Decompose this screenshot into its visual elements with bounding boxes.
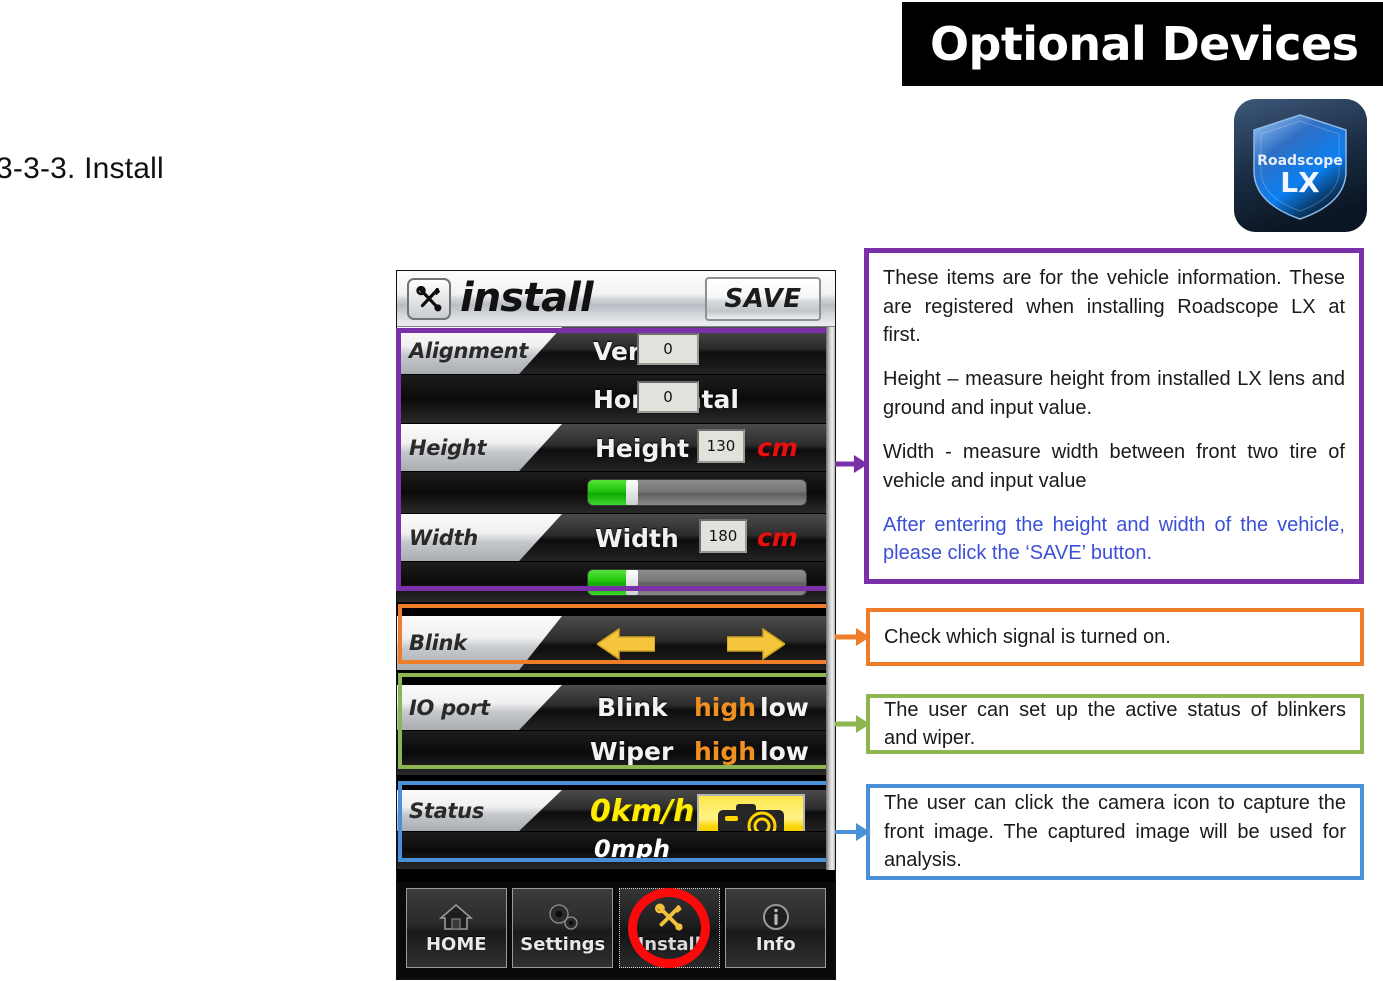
height-slider-fill (588, 480, 628, 505)
nav-button-settings[interactable]: Settings (512, 888, 614, 968)
nav-button-info[interactable]: Info (725, 888, 827, 968)
nav-label-info: Info (755, 933, 796, 955)
row-tag-alignment-label: Alignment (409, 338, 529, 363)
width-value-field[interactable]: 180 (699, 519, 747, 553)
width-slider-fill (588, 570, 628, 595)
callout-vehicle-info-para4: After entering the height and width of t… (883, 513, 1345, 565)
ioport-blink-low-option[interactable]: low (760, 693, 809, 722)
row-alignment-vertical: Alignment Vertical 0 (397, 327, 828, 375)
callout-blink: Check which signal is turned on. (866, 608, 1364, 666)
nav-label-home: HOME (425, 933, 487, 955)
height-slider[interactable] (587, 479, 807, 506)
gears-icon (549, 903, 578, 930)
info-circle-icon (762, 903, 789, 930)
callout-status: The user can click the camera icon to ca… (866, 784, 1364, 880)
ioport-wiper-low-option[interactable]: low (760, 737, 809, 766)
row-tag-height: Height (397, 424, 562, 471)
callout-vehicle-info: These items are for the vehicle informat… (864, 248, 1364, 584)
spacer-2 (397, 671, 835, 685)
device-bottom-nav: HOME Settings Install Info (397, 882, 835, 979)
save-button[interactable]: SAVE (705, 277, 821, 321)
callout-ioport-text: The user can set up the active status of… (884, 698, 1346, 749)
page-banner: Optional Devices (902, 2, 1383, 86)
home-icon (439, 903, 474, 930)
speed-mph-value: 0mph (594, 835, 670, 863)
height-value-field[interactable]: 130 (697, 429, 745, 463)
save-button-label: SAVE (724, 284, 802, 314)
callout-vehicle-info-para1: These items are for the vehicle informat… (883, 267, 1345, 347)
spacer-3 (397, 776, 835, 790)
row-tag-status-label: Status (409, 798, 485, 823)
row-tag-alignment: Alignment (397, 327, 562, 374)
page-title: 3-3-3. Install (0, 152, 164, 185)
height-unit-label: cm (757, 433, 798, 462)
device-screen: install SAVE Alignment Vertical 0 Horizo… (396, 270, 836, 980)
row-alignment-horizontal: Horizontal 0 (397, 375, 828, 424)
row-height: Height Height 130 cm (397, 424, 828, 472)
row-height-slider (397, 472, 828, 514)
nav-button-install[interactable]: Install (618, 888, 720, 968)
ioport-wiper-label: Wiper (590, 737, 674, 766)
callout-status-text: The user can click the camera icon to ca… (884, 792, 1346, 872)
width-label: Width (595, 524, 679, 553)
nav-label-settings: Settings (520, 933, 606, 955)
horizontal-value-field[interactable]: 0 (637, 381, 699, 413)
row-tag-status: Status (397, 790, 562, 831)
device-titlebar: install SAVE (397, 271, 835, 327)
row-tag-blink-label: Blink (409, 631, 467, 655)
roadscope-lx-logo: Roadscope LX (1234, 99, 1367, 232)
width-slider-knob[interactable] (626, 570, 638, 595)
arrow-left-icon[interactable] (595, 627, 656, 666)
arrow-right-icon[interactable] (726, 627, 787, 666)
height-slider-knob[interactable] (626, 480, 638, 505)
device-scrollbar[interactable] (826, 327, 835, 870)
ioport-wiper-high-option[interactable]: high (694, 737, 756, 766)
row-status: Status 0km/h (397, 790, 828, 832)
row-tag-blink: Blink (397, 616, 562, 670)
row-tag-ioport: IO port (397, 685, 562, 730)
row-width-slider (397, 562, 828, 603)
speed-kmh-value: 0km/h (590, 794, 695, 829)
callout-vehicle-info-para3: Width - measure width between front two … (883, 441, 1345, 492)
callout-blink-text: Check which signal is turned on. (884, 625, 1171, 648)
width-unit-label: cm (757, 523, 798, 552)
row-ioport-blink: IO port Blink high low (397, 685, 828, 731)
row-tag-width: Width (397, 514, 562, 561)
callout-vehicle-info-para2: Height – measure height from installed L… (883, 368, 1345, 419)
wrench-screwdriver-icon (655, 903, 683, 931)
row-tag-ioport-label: IO port (409, 695, 490, 720)
callout-ioport: The user can set up the active status of… (866, 694, 1364, 754)
height-label: Height (595, 434, 690, 463)
nav-label-install: Install (637, 933, 701, 955)
device-title: install (460, 275, 594, 321)
camera-icon (718, 804, 784, 831)
logo-model-text: LX (1280, 166, 1320, 199)
spacer-1 (397, 603, 835, 616)
ioport-blink-label: Blink (597, 693, 668, 722)
row-ioport-wiper: Wiper high low (397, 731, 828, 776)
page-root: Optional Devices 3-3-3. Install Roadscop… (0, 0, 1383, 981)
wrench-screwdriver-icon[interactable] (407, 278, 451, 320)
nav-button-home[interactable]: HOME (405, 888, 507, 968)
width-slider[interactable] (587, 569, 807, 596)
row-tag-height-label: Height (409, 435, 487, 460)
ioport-blink-high-option[interactable]: high (694, 693, 756, 722)
row-blink: Blink (397, 616, 828, 671)
vertical-value-field[interactable]: 0 (637, 333, 699, 365)
row-width: Width Width 180 cm (397, 514, 828, 562)
shield-icon: Roadscope LX (1234, 99, 1367, 232)
banner-title: Optional Devices (930, 17, 1359, 71)
row-status-mph: 0mph (397, 832, 828, 870)
device-rows: Alignment Vertical 0 Horizontal 0 Height… (397, 327, 835, 870)
row-tag-width-label: Width (409, 525, 478, 550)
camera-capture-button[interactable] (697, 794, 805, 831)
